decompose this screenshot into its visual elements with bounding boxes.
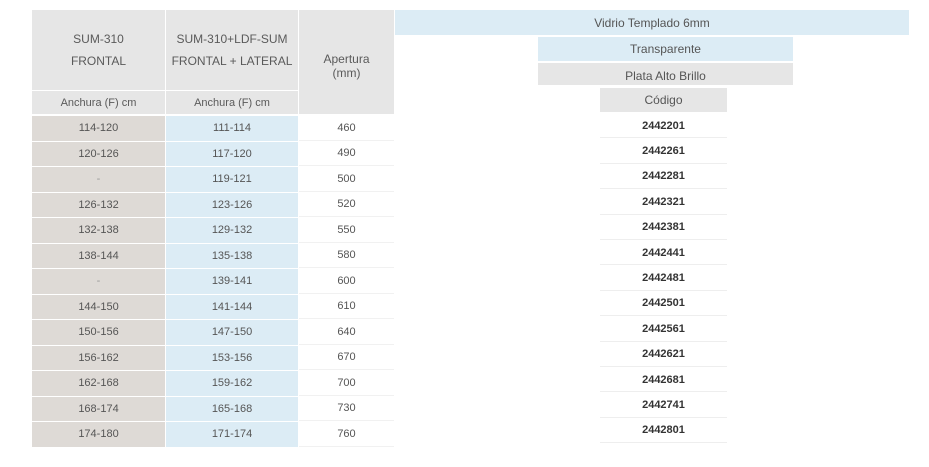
col-a-header: SUM-310 FRONTAL <box>32 10 165 90</box>
cell-opening: 500 <box>299 167 394 192</box>
cell-opening: 700 <box>299 371 394 396</box>
cell-opening: 760 <box>299 422 394 447</box>
cell-frontal-width: 114-120 <box>32 116 165 141</box>
cell-lateral-width: 159-162 <box>166 371 298 396</box>
col-c-header-line2: (mm) <box>332 66 361 80</box>
cell-opening: 670 <box>299 345 394 370</box>
code-cell: 2442201 <box>600 114 727 139</box>
cell-lateral-width: 165-168 <box>166 396 298 421</box>
cell-lateral-width: 171-174 <box>166 422 298 447</box>
cell-frontal-width: 144-150 <box>32 294 165 319</box>
col-a-subheader: Anchura (F) cm <box>32 91 165 114</box>
cell-lateral-width: 135-138 <box>166 243 298 268</box>
code-cell: 2442561 <box>600 317 727 342</box>
cell-opening: 580 <box>299 243 394 268</box>
code-cell: 2442501 <box>600 291 727 317</box>
cell-opening: 520 <box>299 192 394 217</box>
table-row: 138-144 135-138 580 <box>32 243 395 268</box>
cell-frontal-width: 162-168 <box>32 371 165 396</box>
table-row: 168-174 165-168 730 <box>32 396 395 421</box>
cell-frontal-width: - <box>32 167 165 192</box>
table-row: 114-120 111-114 460 <box>32 116 395 141</box>
table-row: -119-121 500 <box>32 167 395 192</box>
col-a-header-line2: FRONTAL <box>70 54 127 68</box>
cell-opening: 640 <box>299 320 394 345</box>
col-b-subheader: Anchura (F) cm <box>166 91 298 114</box>
cell-opening: 550 <box>299 218 394 243</box>
code-cell: 2442621 <box>600 342 727 367</box>
glass-header: Vidrio Templado 6mm <box>395 10 909 35</box>
col-b-header: SUM-310+LDF-SUM FRONTAL + LATERAL <box>166 10 298 90</box>
finish-header: Transparente <box>538 37 793 61</box>
cell-frontal-width: - <box>32 269 165 294</box>
cell-frontal-width: 168-174 <box>32 396 165 421</box>
cell-frontal-width: 138-144 <box>32 243 165 268</box>
cell-frontal-width: 132-138 <box>32 218 165 243</box>
table-row: 132-138 129-132 550 <box>32 218 395 243</box>
cell-lateral-width: 141-144 <box>166 294 298 319</box>
code-cell: 2442321 <box>600 190 727 215</box>
table-row: -139-141 600 <box>32 269 395 294</box>
code-cell: 2442681 <box>600 368 727 393</box>
table-row: 120-126 117-120 490 <box>32 141 395 166</box>
cell-lateral-width: 129-132 <box>166 218 298 243</box>
code-cell: 2442481 <box>600 266 727 291</box>
table-row: 144-150 141-144 610 <box>32 294 395 319</box>
cell-lateral-width: 123-126 <box>166 192 298 217</box>
cell-opening: 460 <box>299 116 394 141</box>
col-b-header-line1: SUM-310+LDF-SUM <box>176 32 288 46</box>
cell-lateral-width: 111-114 <box>166 116 298 141</box>
cell-lateral-width: 153-156 <box>166 345 298 370</box>
col-c-header: Apertura (mm) <box>299 10 394 114</box>
table-row: 150-156 147-150 640 <box>32 320 395 345</box>
cell-lateral-width: 139-141 <box>166 269 298 294</box>
code-cell: 2442801 <box>600 418 727 444</box>
col-b-header-line2: FRONTAL + LATERAL <box>171 54 293 68</box>
code-header: Código <box>600 88 727 112</box>
code-cell: 2442741 <box>600 393 727 418</box>
code-cell: 2442441 <box>600 241 727 266</box>
profile-header: Plata Alto Brillo <box>538 63 793 85</box>
cell-opening: 730 <box>299 396 394 421</box>
cell-opening: 490 <box>299 141 394 166</box>
cell-opening: 600 <box>299 269 394 294</box>
cell-frontal-width: 150-156 <box>32 320 165 345</box>
code-cell: 2442281 <box>600 164 727 190</box>
cell-frontal-width: 156-162 <box>32 345 165 370</box>
code-cell: 2442261 <box>600 139 727 164</box>
table-row: 162-168 159-162 700 <box>32 371 395 396</box>
cell-frontal-width: 126-132 <box>32 192 165 217</box>
table-row: 156-162 153-156 670 <box>32 345 395 370</box>
cell-frontal-width: 174-180 <box>32 422 165 447</box>
cell-frontal-width: 120-126 <box>32 141 165 166</box>
cell-lateral-width: 147-150 <box>166 320 298 345</box>
table-row: 174-180 171-174 760 <box>32 422 395 447</box>
col-c-header-line1: Apertura <box>323 52 370 66</box>
cell-lateral-width: 117-120 <box>166 141 298 166</box>
cell-lateral-width: 119-121 <box>166 167 298 192</box>
code-cell: 2442381 <box>600 215 727 240</box>
table-row: 126-132 123-126 520 <box>32 192 395 217</box>
col-a-header-line1: SUM-310 <box>73 32 124 46</box>
cell-opening: 610 <box>299 294 394 319</box>
